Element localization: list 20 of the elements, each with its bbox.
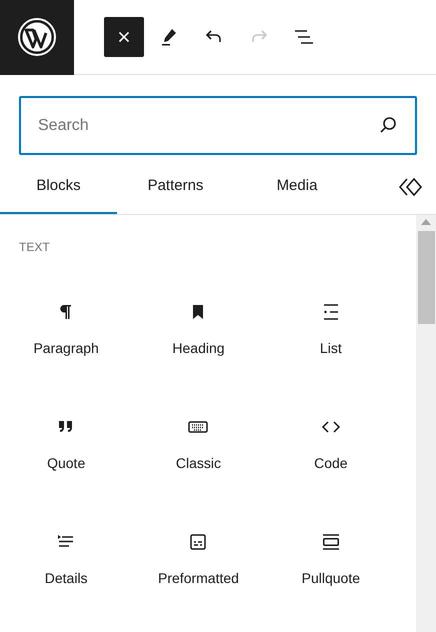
section-title: TEXT: [19, 241, 51, 253]
tab[interactable]: Blocks: [0, 161, 117, 214]
block-item[interactable]: Paragraph: [0, 295, 132, 381]
tab[interactable]: Media: [234, 161, 360, 214]
scrollbar[interactable]: [416, 215, 436, 632]
block-item[interactable]: Quote: [0, 410, 132, 496]
block-item[interactable]: Details: [0, 525, 132, 611]
wordpress-icon: [17, 17, 57, 57]
block-item[interactable]: Heading: [132, 295, 265, 381]
tab[interactable]: Patterns: [117, 161, 234, 214]
toolbar-button[interactable]: [104, 17, 144, 57]
block-item[interactable]: Preformatted: [132, 525, 265, 611]
scroll-up-icon: [421, 219, 431, 225]
search-field[interactable]: Search: [19, 96, 417, 155]
scrollbar-thumb[interactable]: [418, 231, 434, 324]
wordpress-logo[interactable]: [0, 0, 74, 74]
block-item[interactable]: Code: [264, 410, 397, 496]
block-item[interactable]: Pullquote: [264, 525, 397, 611]
block-item[interactable]: Classic: [132, 410, 265, 496]
block-item[interactable]: List: [264, 295, 397, 381]
